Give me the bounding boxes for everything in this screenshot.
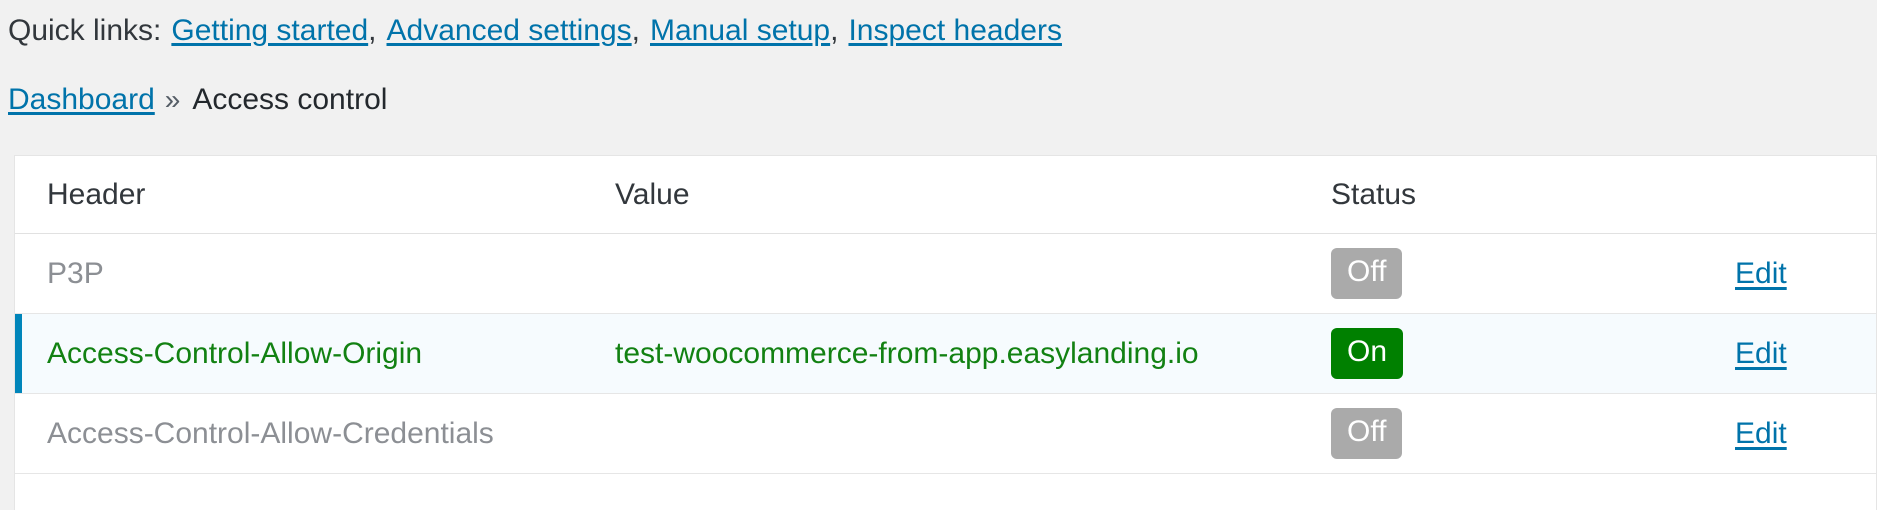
column-header-status: Status xyxy=(1331,177,1417,211)
quick-links-label: Quick links: xyxy=(8,14,162,47)
table-row[interactable]: Access-Control-Allow-Origin test-woocomm… xyxy=(15,314,1876,394)
row-header-value: test-woocommerce-from-app.easylanding.io xyxy=(615,336,1199,370)
table-row[interactable]: Access-Control-Allow-Credentials Off Edi… xyxy=(15,394,1876,474)
breadcrumb: Dashboard » Access control xyxy=(8,78,387,122)
breadcrumb-dashboard-link[interactable]: Dashboard xyxy=(8,83,155,117)
row-status-cell: Off xyxy=(1315,408,1735,459)
table-header-row: Header Value Status xyxy=(15,156,1876,234)
column-header-value: Value xyxy=(615,177,690,211)
edit-link[interactable]: Edit xyxy=(1735,417,1787,450)
quick-links-separator-2: , xyxy=(631,14,640,47)
quick-links-separator-3: , xyxy=(830,14,839,47)
quick-link-getting-started[interactable]: Getting started xyxy=(171,14,368,48)
edit-link[interactable]: Edit xyxy=(1735,257,1787,290)
status-badge[interactable]: Off xyxy=(1331,408,1403,459)
row-header-name: P3P xyxy=(47,256,104,290)
quick-link-manual-setup[interactable]: Manual setup xyxy=(650,14,830,48)
access-control-page: Quick links: Getting started, Advanced s… xyxy=(0,0,1877,510)
row-header-name: Access-Control-Allow-Credentials xyxy=(47,416,494,450)
quick-link-inspect-headers[interactable]: Inspect headers xyxy=(848,14,1061,48)
row-action-cell: Edit xyxy=(1735,337,1876,371)
quick-links-separator-1: , xyxy=(368,14,377,47)
row-header-name: Access-Control-Allow-Origin xyxy=(47,336,423,370)
row-action-cell: Edit xyxy=(1735,417,1876,451)
column-header-header: Header xyxy=(47,177,146,211)
breadcrumb-chevron-icon: » xyxy=(164,84,181,115)
quick-links-bar: Quick links: Getting started, Advanced s… xyxy=(0,0,1877,62)
row-status-cell: Off xyxy=(1315,248,1735,299)
row-status-cell: On xyxy=(1315,328,1735,379)
table-row[interactable]: P3P Off Edit xyxy=(15,234,1876,314)
edit-link[interactable]: Edit xyxy=(1735,337,1787,370)
row-action-cell: Edit xyxy=(1735,257,1876,291)
headers-table-panel: Header Value Status P3P Off Edit Access-… xyxy=(14,155,1877,510)
status-badge[interactable]: Off xyxy=(1331,248,1403,299)
status-badge[interactable]: On xyxy=(1331,328,1404,379)
breadcrumb-current-page: Access control xyxy=(192,83,388,116)
quick-link-advanced-settings[interactable]: Advanced settings xyxy=(387,14,632,48)
